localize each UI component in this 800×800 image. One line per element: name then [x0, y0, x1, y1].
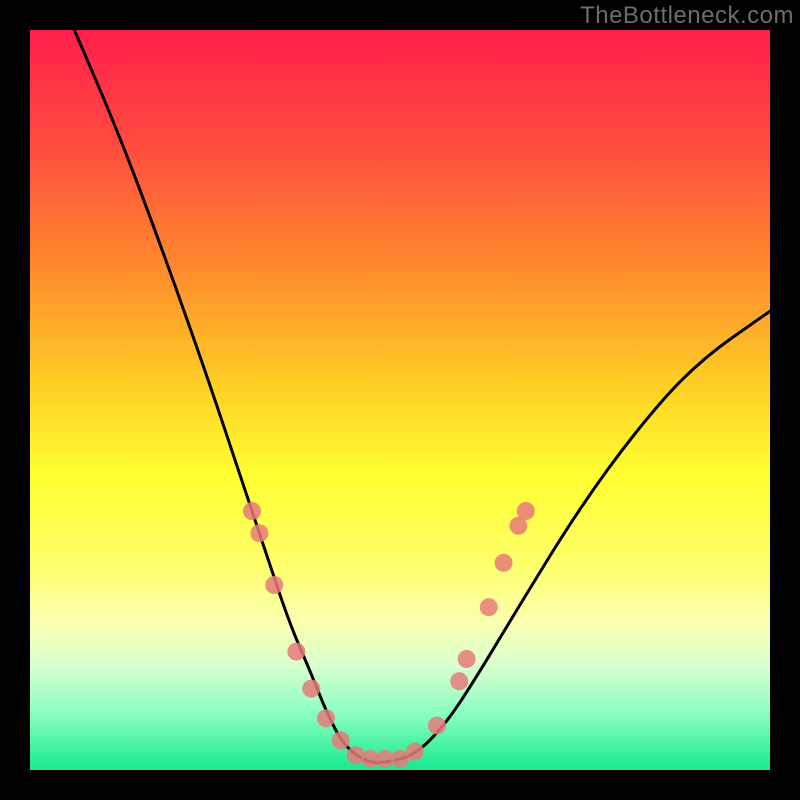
marker-dot: [287, 643, 305, 661]
marker-dot: [458, 650, 476, 668]
curve-markers: [243, 502, 535, 768]
marker-dot: [250, 524, 268, 542]
marker-dot: [450, 672, 468, 690]
marker-dot: [243, 502, 261, 520]
marker-dot: [428, 717, 446, 735]
chart-container: TheBottleneck.com: [0, 0, 800, 800]
marker-dot: [302, 680, 320, 698]
marker-dot: [517, 502, 535, 520]
marker-dot: [265, 576, 283, 594]
marker-dot: [495, 554, 513, 572]
watermark-text: TheBottleneck.com: [580, 2, 794, 30]
bottleneck-curve: [74, 30, 770, 763]
plot-area: [30, 30, 770, 770]
marker-dot: [332, 731, 350, 749]
curve-svg: [30, 30, 770, 770]
marker-dot: [317, 709, 335, 727]
marker-dot: [406, 743, 424, 761]
marker-dot: [480, 598, 498, 616]
